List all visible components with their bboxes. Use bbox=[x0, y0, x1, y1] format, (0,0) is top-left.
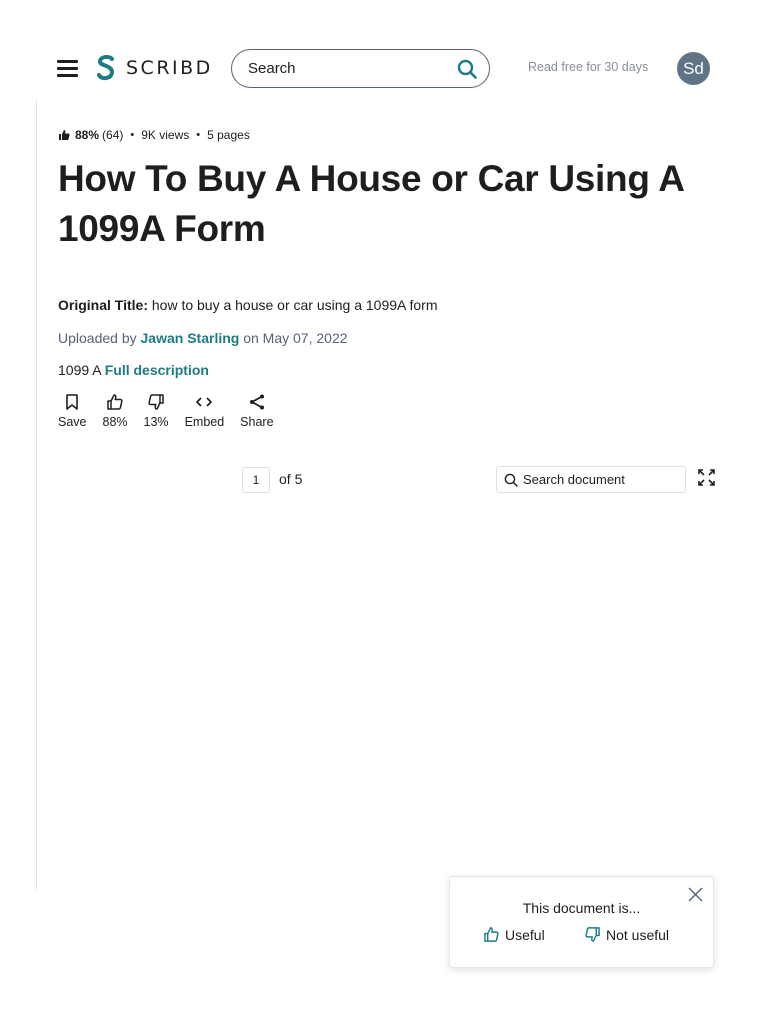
description-row: 1099 A Full description bbox=[58, 362, 209, 378]
save-button[interactable]: Save bbox=[58, 393, 87, 429]
search-input[interactable] bbox=[246, 59, 457, 78]
not-useful-button[interactable]: Not useful bbox=[584, 926, 669, 943]
scribd-logo[interactable]: SCRIBD bbox=[95, 52, 213, 84]
search-icon bbox=[504, 473, 518, 487]
uploader-link[interactable]: Jawan Starling bbox=[141, 330, 240, 346]
thumbs-down-icon bbox=[585, 927, 600, 942]
upvote-percent: 88% bbox=[102, 415, 128, 429]
useful-button[interactable]: Useful bbox=[483, 926, 545, 943]
original-title-label: Original Title: bbox=[58, 297, 148, 313]
site-header: SCRIBD Read free for 30 days Sd bbox=[0, 0, 768, 130]
upload-date: on May 07, 2022 bbox=[243, 330, 348, 346]
document-search[interactable] bbox=[496, 466, 686, 493]
thumbs-down-icon bbox=[148, 394, 164, 410]
read-free-link[interactable]: Read free for 30 days bbox=[528, 60, 648, 74]
avatar[interactable]: Sd bbox=[677, 52, 710, 85]
bookmark-icon bbox=[66, 394, 79, 410]
downvote-percent: 13% bbox=[143, 415, 169, 429]
menu-icon[interactable] bbox=[57, 60, 78, 77]
full-description-link[interactable]: Full description bbox=[105, 362, 209, 378]
original-title: how to buy a house or car using a 1099A … bbox=[151, 297, 438, 313]
document-search-input[interactable] bbox=[521, 471, 681, 488]
page-total: of 5 bbox=[279, 471, 303, 487]
rating-percent: 88% bbox=[75, 128, 100, 142]
save-label: Save bbox=[58, 415, 87, 429]
share-button[interactable]: Share bbox=[240, 393, 274, 429]
scribd-logo-icon bbox=[97, 54, 115, 81]
rating-count: (64) bbox=[102, 128, 124, 142]
document-title: How To Buy A House or Car Using A 1099A … bbox=[58, 158, 684, 249]
left-divider bbox=[36, 100, 37, 891]
upvote-button[interactable]: 88% bbox=[103, 393, 128, 429]
thumbs-up-icon bbox=[484, 927, 499, 942]
code-icon bbox=[196, 397, 213, 407]
embed-label: Embed bbox=[184, 415, 225, 429]
document-stats: 88% (64) • 9K views • 5 pages bbox=[58, 128, 250, 142]
original-title-row: Original Title: how to buy a house or ca… bbox=[58, 297, 438, 313]
action-bar: Save 88% 13% Embed Share bbox=[58, 393, 290, 429]
not-useful-label: Not useful bbox=[606, 926, 670, 943]
description-text: 1099 A bbox=[58, 362, 101, 378]
uploaded-by-label: Uploaded by bbox=[58, 330, 137, 346]
logo-text: SCRIBD bbox=[126, 57, 213, 79]
page-count: 5 pages bbox=[207, 128, 250, 142]
view-count: 9K views bbox=[141, 128, 190, 142]
search-bar[interactable] bbox=[231, 49, 490, 88]
separator-dot: • bbox=[196, 129, 201, 141]
share-label: Share bbox=[240, 415, 274, 429]
separator-dot: • bbox=[130, 129, 135, 141]
current-page-input[interactable]: 1 bbox=[242, 467, 270, 493]
embed-button[interactable]: Embed bbox=[184, 393, 225, 429]
useful-label: Useful bbox=[505, 926, 545, 943]
thumbs-up-filled-icon bbox=[59, 130, 70, 140]
share-icon bbox=[249, 394, 264, 410]
feedback-prompt: This document is... bbox=[522, 900, 641, 916]
feedback-card: This document is... Useful Not useful bbox=[449, 876, 714, 968]
uploader-row: Uploaded by Jawan Starling on May 07, 20… bbox=[58, 330, 348, 346]
downvote-button[interactable]: 13% bbox=[144, 393, 169, 429]
thumbs-up-icon bbox=[107, 394, 123, 410]
fullscreen-icon[interactable] bbox=[698, 469, 715, 486]
search-icon[interactable] bbox=[457, 59, 477, 79]
